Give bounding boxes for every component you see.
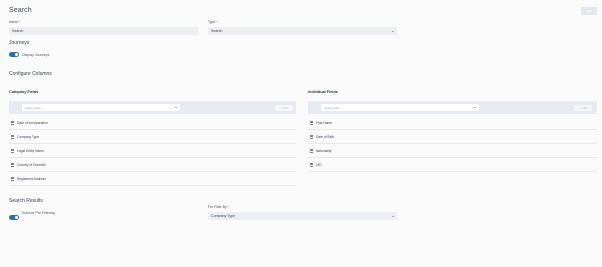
drag-handle-icon[interactable] (11, 148, 14, 153)
list-item[interactable]: Company Type (9, 130, 296, 144)
individual-add-button[interactable]: + Add (574, 104, 592, 111)
configure-columns-heading: Configure Columns (9, 71, 52, 77)
list-item[interactable]: Country of Domicile (9, 158, 296, 172)
name-input[interactable]: Search (9, 27, 198, 35)
journeys-heading: Journeys (9, 40, 30, 46)
list-item[interactable]: Nationality (308, 144, 597, 158)
save-button[interactable]: Save (581, 7, 597, 15)
drag-handle-icon[interactable] (310, 134, 313, 139)
drag-handle-icon[interactable] (11, 120, 14, 125)
chevron-down-icon (392, 30, 394, 32)
list-item[interactable]: UID (308, 158, 597, 172)
type-select[interactable]: Search (208, 27, 397, 35)
list-item[interactable]: Date of Incorporation (9, 116, 296, 130)
drag-handle-icon[interactable] (11, 134, 14, 139)
company-fields-toolbar: select value + Add (9, 101, 296, 114)
name-label: Name * (9, 20, 21, 24)
company-fields-list: Date of Incorporation Company Type Legal… (9, 116, 296, 186)
search-results-heading: Search Results (9, 198, 43, 204)
company-fields-heading: Company Fields (9, 90, 39, 94)
drag-handle-icon[interactable] (310, 120, 313, 125)
display-journeys-toggle[interactable] (9, 52, 19, 57)
individual-field-select[interactable]: select value (321, 104, 479, 111)
drag-handle-icon[interactable] (11, 176, 14, 181)
plus-icon: + (579, 105, 581, 110)
company-field-select[interactable]: select value (22, 104, 180, 111)
enforce-pre-filtering-label: Enforce Pre Filtering (22, 210, 55, 215)
company-add-button[interactable]: + Add (275, 104, 293, 111)
page-title: Search (9, 7, 32, 14)
plus-icon: + (280, 105, 282, 110)
chevron-down-icon (175, 107, 177, 108)
list-item[interactable]: First Name (308, 116, 597, 130)
drag-handle-icon[interactable] (310, 162, 313, 167)
list-item[interactable]: Legal Entity Name (9, 144, 296, 158)
pre-filter-select[interactable]: Company Type (208, 212, 397, 220)
drag-handle-icon[interactable] (11, 162, 14, 167)
individual-fields-list: First Name Date of Birth Nationality UID (308, 116, 597, 172)
chevron-down-icon (392, 215, 394, 217)
list-item[interactable]: Date of Birth (308, 130, 597, 144)
pre-filter-label: Pre Filter By * (208, 205, 229, 209)
enforce-pre-filtering-toggle[interactable] (9, 215, 19, 220)
individual-fields-heading: Individual Fields (308, 90, 338, 94)
type-label: Type * (208, 20, 218, 24)
drag-handle-icon[interactable] (310, 148, 313, 153)
list-item[interactable]: Registered Address (9, 172, 296, 186)
chevron-down-icon (474, 107, 476, 108)
display-journeys-label: Display Journeys (22, 52, 50, 57)
individual-fields-toolbar: select value + Add (308, 101, 597, 114)
